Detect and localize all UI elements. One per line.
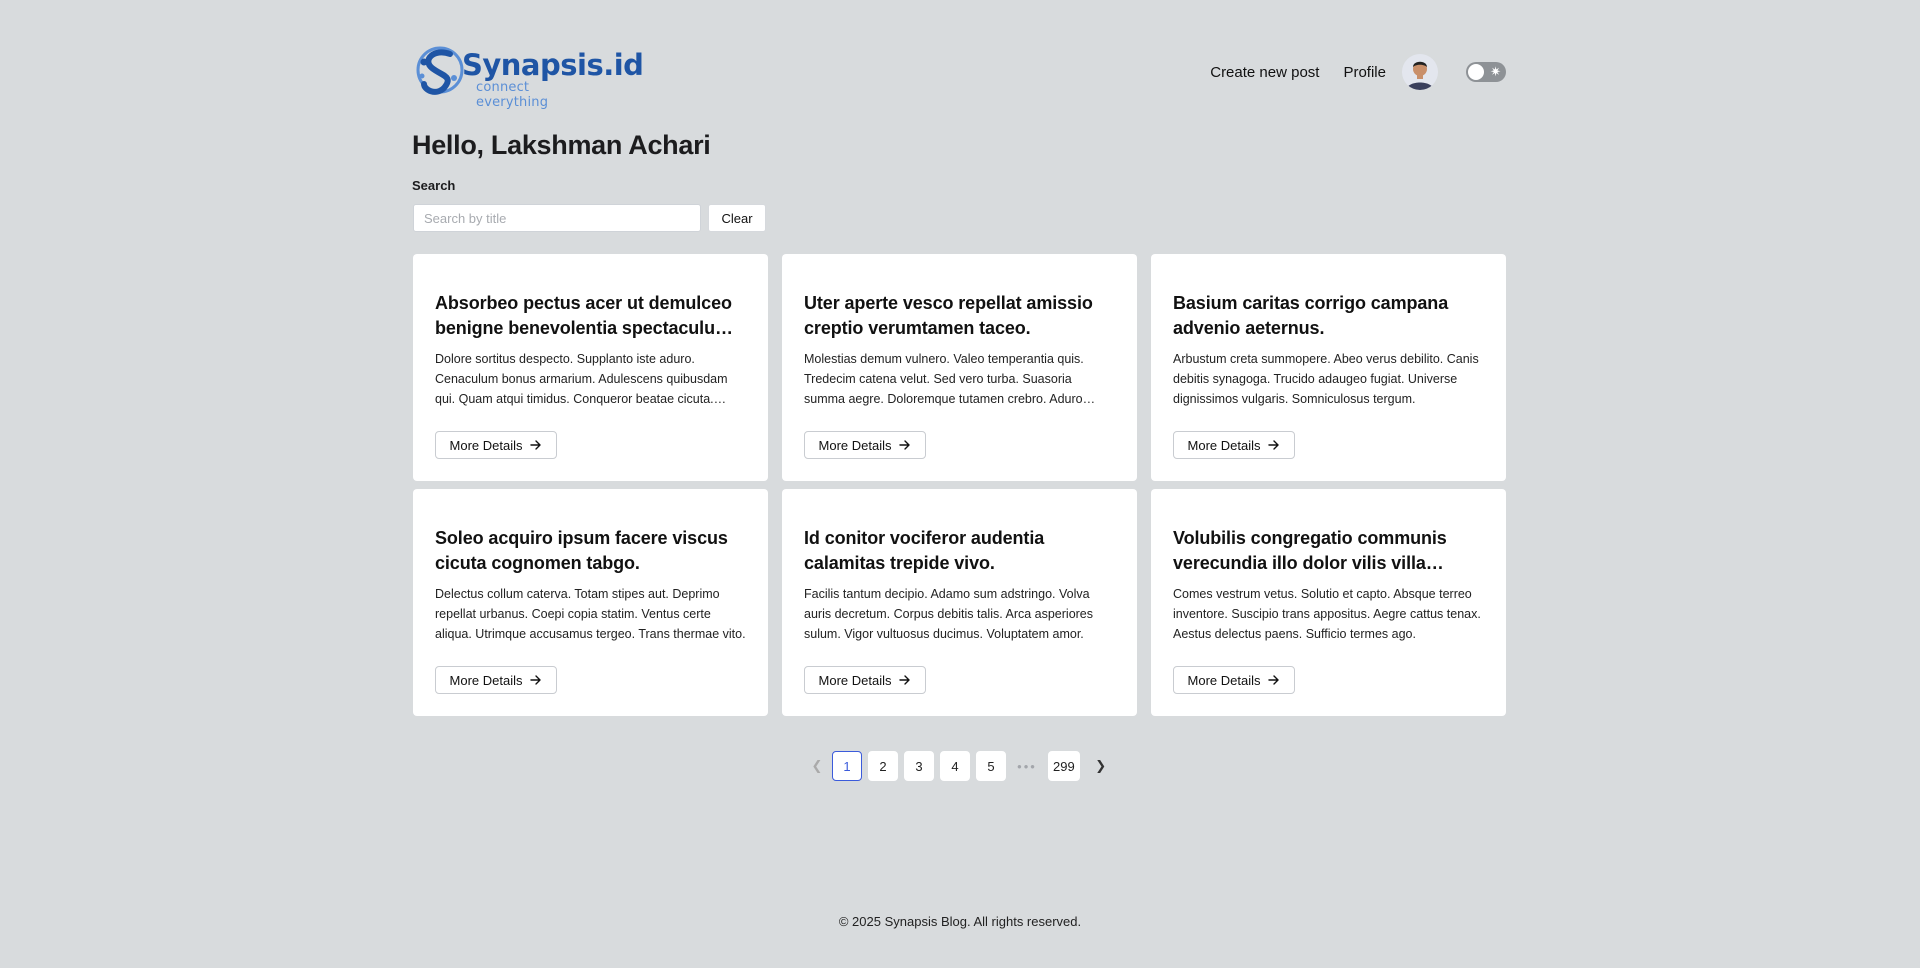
post-card: Volubilis congregatio communis verecundi… <box>1151 489 1506 716</box>
more-details-button[interactable]: More Details <box>1173 666 1295 694</box>
logo[interactable]: Synapsis.id connect everything <box>414 42 644 110</box>
more-details-label: More Details <box>449 672 523 688</box>
arrow-right-icon <box>530 675 542 685</box>
page-button[interactable]: 2 <box>868 751 898 781</box>
post-title: Absorbeo pectus acer ut demulceo benigne… <box>435 293 732 338</box>
post-excerpt: Arbustum creta summopere. Abeo verus deb… <box>1173 352 1479 406</box>
search-label: Search <box>412 178 456 193</box>
post-title: Volubilis congregatio communis verecundi… <box>1173 528 1447 573</box>
header: Synapsis.id connect everything Create ne… <box>412 40 1508 110</box>
post-card: Basium caritas corrigo campana advenio a… <box>1151 254 1506 481</box>
post-title: Basium caritas corrigo campana advenio a… <box>1173 293 1449 338</box>
page-button[interactable]: 5 <box>976 751 1006 781</box>
post-card: Id conitor vociferor audentia calamitas … <box>782 489 1137 716</box>
more-details-label: More Details <box>1187 672 1261 688</box>
avatar[interactable] <box>1402 54 1438 90</box>
more-details-button[interactable]: More Details <box>804 666 926 694</box>
greeting-heading: Hello, Lakshman Achari <box>412 130 711 160</box>
more-details-button[interactable]: More Details <box>435 431 557 459</box>
post-excerpt: Facilis tantum decipio. Adamo sum adstri… <box>804 587 1094 641</box>
page-button[interactable]: 3 <box>904 751 934 781</box>
clear-button[interactable]: Clear <box>708 204 766 232</box>
post-excerpt: Dolore sortitus despecto. Supplanto iste… <box>435 352 728 406</box>
more-details-label: More Details <box>818 672 892 688</box>
chevron-right-icon[interactable]: ❯ <box>1086 751 1116 781</box>
post-card: Uter aperte vesco repellat amissio crept… <box>782 254 1137 481</box>
page-button[interactable]: 1 <box>832 751 862 781</box>
pagination: ❮ 1 2 3 4 5 ••• 299 ❯ <box>802 751 1116 781</box>
create-post-link[interactable]: Create new post <box>1210 64 1319 81</box>
post-card: Absorbeo pectus acer ut demulceo benigne… <box>413 254 768 481</box>
more-details-label: More Details <box>1187 437 1261 453</box>
post-title: Uter aperte vesco repellat amissio crept… <box>804 293 1093 338</box>
more-details-label: More Details <box>449 437 523 453</box>
post-grid: Absorbeo pectus acer ut demulceo benigne… <box>413 254 1508 716</box>
page-button[interactable]: 4 <box>940 751 970 781</box>
theme-toggle[interactable]: ✷ <box>1466 62 1506 82</box>
arrow-right-icon <box>1268 440 1280 450</box>
sun-icon: ✷ <box>1490 64 1501 79</box>
arrow-right-icon <box>530 440 542 450</box>
arrow-right-icon <box>899 675 911 685</box>
post-excerpt: Comes vestrum vetus. Solutio et capto. A… <box>1173 587 1481 641</box>
more-details-label: More Details <box>818 437 892 453</box>
logo-tagline: connect everything <box>476 80 549 110</box>
pagination-ellipsis[interactable]: ••• <box>1012 759 1042 774</box>
chevron-left-icon[interactable]: ❮ <box>802 751 832 781</box>
arrow-right-icon <box>1268 675 1280 685</box>
logo-wordmark: Synapsis.id <box>462 48 644 82</box>
post-title: Soleo acquiro ipsum facere viscus cicuta… <box>435 528 728 573</box>
more-details-button[interactable]: More Details <box>435 666 557 694</box>
profile-link[interactable]: Profile <box>1343 64 1386 81</box>
post-title: Id conitor vociferor audentia calamitas … <box>804 528 1045 573</box>
search-input[interactable] <box>413 204 701 232</box>
more-details-button[interactable]: More Details <box>1173 431 1295 459</box>
post-excerpt: Molestias demum vulnero. Valeo temperant… <box>804 352 1084 406</box>
page-button-last[interactable]: 299 <box>1048 751 1080 781</box>
arrow-right-icon <box>899 440 911 450</box>
user-avatar-icon <box>1402 54 1438 90</box>
post-excerpt: Delectus collum caterva. Totam stipes au… <box>435 587 746 641</box>
footer-copyright: © 2025 Synapsis Blog. All rights reserve… <box>838 914 1082 929</box>
post-card: Soleo acquiro ipsum facere viscus cicuta… <box>413 489 768 716</box>
top-nav: Create new post Profile ✷ <box>1210 54 1508 90</box>
more-details-button[interactable]: More Details <box>804 431 926 459</box>
toggle-knob <box>1468 64 1484 80</box>
